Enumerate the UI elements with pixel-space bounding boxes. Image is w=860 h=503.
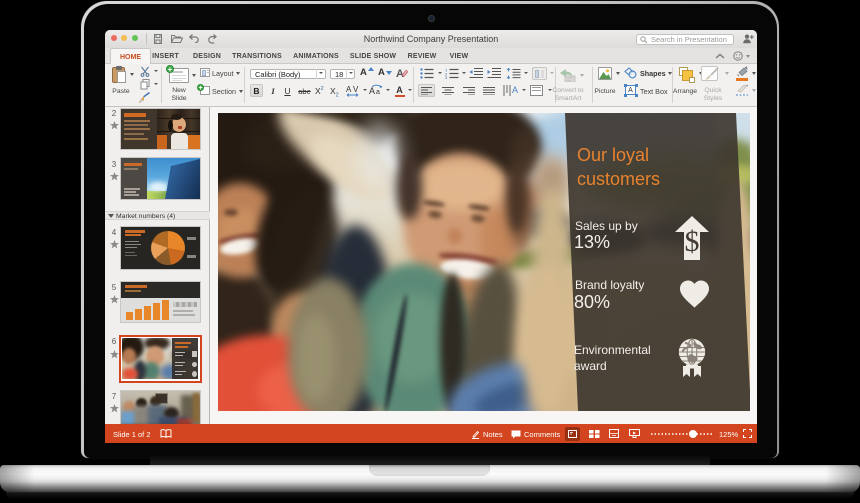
svg-text:A: A <box>369 86 375 96</box>
svg-text:A: A <box>396 68 404 79</box>
svg-text:a: a <box>376 89 380 96</box>
svg-text:3: 3 <box>445 75 448 79</box>
svg-text:A: A <box>512 85 518 95</box>
svg-text:$: $ <box>685 225 700 258</box>
svg-text:V: V <box>353 85 359 94</box>
svg-text:A: A <box>346 85 352 94</box>
